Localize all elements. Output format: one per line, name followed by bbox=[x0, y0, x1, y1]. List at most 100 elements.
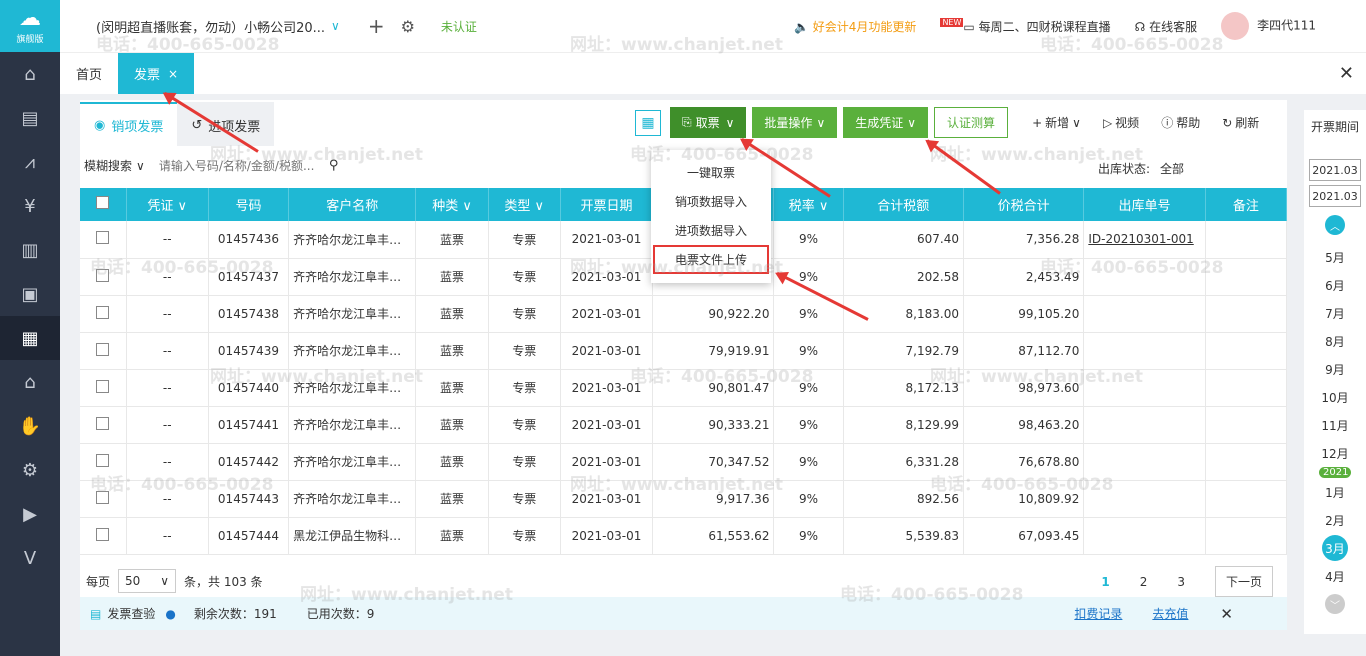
menu-item-purchase-import[interactable]: 进项数据导入 bbox=[651, 216, 771, 245]
scroll-up-icon[interactable]: ︿ bbox=[1325, 215, 1345, 235]
invoice-icon[interactable]: ▦ bbox=[0, 316, 60, 360]
hand-icon[interactable]: ✋ bbox=[0, 404, 60, 448]
tab-sales-invoice[interactable]: ◉ 销项发票 bbox=[80, 102, 178, 146]
gear-icon[interactable]: ⚙ bbox=[0, 448, 60, 492]
row-checkbox[interactable] bbox=[96, 231, 110, 245]
money-bag-icon[interactable]: ¥ bbox=[0, 184, 60, 228]
table-row[interactable]: -- 01457438 齐齐哈尔龙江阜丰生... 蓝票 专票 2021-03-01 90,9… bbox=[80, 295, 1288, 333]
report-icon[interactable]: ▣ bbox=[0, 272, 60, 316]
promo-link[interactable]: 🔈 好会计4月功能更新 bbox=[794, 18, 916, 35]
verify-status[interactable]: 未认证 bbox=[441, 18, 477, 35]
building-icon[interactable]: ⌂ bbox=[0, 360, 60, 404]
table-row[interactable]: -- 01457442 齐齐哈尔龙江阜丰生... 蓝票 专票 2021-03-01 70,3… bbox=[80, 443, 1288, 481]
row-checkbox[interactable] bbox=[96, 416, 110, 430]
close-icon[interactable]: × bbox=[168, 67, 178, 81]
tab-home[interactable]: 首页 bbox=[60, 53, 118, 94]
month-item[interactable]: 10月 bbox=[1304, 383, 1366, 411]
row-select[interactable] bbox=[80, 258, 127, 296]
help-button[interactable]: ⓘ 帮助 bbox=[1153, 107, 1208, 138]
row-checkbox[interactable] bbox=[96, 490, 110, 504]
row-checkbox[interactable] bbox=[96, 268, 110, 282]
fee-record-link[interactable]: 扣费记录 bbox=[1074, 605, 1122, 622]
row-checkbox[interactable] bbox=[96, 527, 110, 541]
table-row[interactable]: -- 01457439 齐齐哈尔龙江阜丰生... 蓝票 专票 2021-03-01 79,9… bbox=[80, 332, 1288, 370]
menu-item-sales-import[interactable]: 销项数据导入 bbox=[651, 187, 771, 216]
close-icon[interactable]: ✕ bbox=[1220, 605, 1233, 623]
col-voucher[interactable]: 凭证 ∨ bbox=[126, 188, 209, 221]
table-row[interactable]: -- 01457443 齐齐哈尔龙江阜丰生... 蓝票 专票 2021-03-01 9,91… bbox=[80, 480, 1288, 518]
period-title[interactable]: 开票期间 bbox=[1304, 118, 1366, 135]
home-icon[interactable]: ⌂ bbox=[0, 52, 60, 96]
batch-operation-button[interactable]: 批量操作 ∨ bbox=[752, 107, 838, 138]
select-all-checkbox[interactable] bbox=[80, 188, 127, 221]
month-item[interactable]: 6月 bbox=[1304, 271, 1366, 299]
month-item[interactable]: 2月 bbox=[1304, 506, 1366, 534]
row-checkbox[interactable] bbox=[96, 305, 110, 319]
invoice-check-link[interactable]: 发票查验 bbox=[107, 605, 155, 622]
period-start-input[interactable]: 2021.03 bbox=[1309, 159, 1361, 181]
add-button[interactable]: + 新增 ∨ bbox=[1024, 107, 1089, 138]
plus-icon[interactable]: + bbox=[368, 14, 385, 38]
row-select[interactable] bbox=[80, 517, 127, 555]
chevron-down-icon[interactable]: ∨ bbox=[136, 159, 145, 173]
ledger-icon[interactable]: ▥ bbox=[0, 228, 60, 272]
verify-calc-button[interactable]: 认证测算 bbox=[934, 107, 1009, 138]
service-link[interactable]: ☊ 在线客服 bbox=[1135, 18, 1198, 35]
next-page-button[interactable]: 下一页 bbox=[1214, 566, 1273, 597]
video-icon[interactable]: ▶ bbox=[0, 492, 60, 536]
user-menu[interactable]: 李四代111 bbox=[1221, 12, 1316, 40]
video-button[interactable]: ▷ 视频 bbox=[1095, 107, 1147, 138]
menu-item-e-invoice-upload[interactable]: 电票文件上传 bbox=[653, 245, 769, 274]
recharge-link[interactable]: 去充值 bbox=[1152, 605, 1188, 622]
month-item[interactable]: 9月 bbox=[1304, 355, 1366, 383]
fetch-invoice-button[interactable]: ⎘ 取票 ∨ bbox=[670, 107, 747, 138]
search-mode-select[interactable]: 模糊搜索 bbox=[84, 157, 132, 174]
v-icon[interactable]: V bbox=[0, 536, 60, 580]
row-checkbox[interactable] bbox=[96, 379, 110, 393]
period-end-input[interactable]: 2021.03 bbox=[1309, 185, 1361, 207]
scroll-down-icon[interactable]: ﹀ bbox=[1325, 594, 1345, 614]
month-item[interactable]: 5月 bbox=[1304, 243, 1366, 271]
table-row[interactable]: -- 01457440 齐齐哈尔龙江阜丰生... 蓝票 专票 2021-03-01 90,8… bbox=[80, 369, 1288, 407]
table-row[interactable]: -- 01457444 黑龙江伊品生物科技... 蓝票 专票 2021-03-01 61,5… bbox=[80, 517, 1288, 555]
tab-invoice[interactable]: 发票 × bbox=[118, 53, 195, 94]
page-1[interactable]: 1 bbox=[1101, 575, 1109, 589]
col-type[interactable]: 类型 ∨ bbox=[488, 188, 561, 221]
month-item[interactable]: 8月 bbox=[1304, 327, 1366, 355]
month-item[interactable]: 7月 bbox=[1304, 299, 1366, 327]
chevron-down-icon[interactable]: ∨ bbox=[331, 19, 340, 33]
chart-icon[interactable]: ⩘ bbox=[0, 140, 60, 184]
page-3[interactable]: 3 bbox=[1177, 575, 1185, 589]
refresh-button[interactable]: ↻ 刷新 bbox=[1214, 107, 1267, 138]
row-select[interactable] bbox=[80, 443, 127, 481]
store-status-filter[interactable]: 出库状态: 全部 bbox=[1098, 160, 1184, 177]
generate-voucher-button[interactable]: 生成凭证 ∨ bbox=[843, 107, 929, 138]
row-checkbox[interactable] bbox=[96, 342, 110, 356]
outbound-link[interactable]: ID-20210301-001 bbox=[1088, 232, 1193, 246]
company-selector[interactable]: (闵明超直播账套，勿动）小畅公司20... bbox=[96, 17, 325, 36]
search-input[interactable] bbox=[158, 158, 329, 173]
page-2[interactable]: 2 bbox=[1140, 575, 1148, 589]
row-select[interactable] bbox=[80, 369, 127, 407]
col-kind[interactable]: 种类 ∨ bbox=[415, 188, 489, 221]
month-item[interactable]: 1月 bbox=[1304, 478, 1366, 506]
info-icon[interactable]: ● bbox=[165, 607, 175, 621]
table-row[interactable]: -- 01457441 齐齐哈尔龙江阜丰生... 蓝票 专票 2021-03-01 90,3… bbox=[80, 406, 1288, 444]
search-icon[interactable]: ⚲ bbox=[329, 158, 339, 173]
live-link[interactable]: NEW ▭ 每周二、四财税课程直播 bbox=[940, 17, 1111, 35]
month-item[interactable]: 3月 bbox=[1304, 534, 1366, 562]
gear-icon[interactable]: ⚙ bbox=[401, 17, 415, 36]
row-checkbox[interactable] bbox=[96, 453, 110, 467]
row-select[interactable] bbox=[80, 295, 127, 333]
col-rate[interactable]: 税率 ∨ bbox=[773, 188, 844, 221]
qr-code-icon[interactable]: ▦ bbox=[635, 109, 661, 136]
row-select[interactable] bbox=[80, 332, 127, 370]
menu-item-one-click-fetch[interactable]: 一键取票 bbox=[651, 158, 771, 187]
month-item[interactable]: 11月 bbox=[1304, 411, 1366, 439]
voucher-icon[interactable]: ▤ bbox=[0, 96, 60, 140]
month-item[interactable]: 4月 bbox=[1304, 562, 1366, 590]
row-select[interactable] bbox=[80, 406, 127, 444]
per-page-select[interactable]: 50 ∨ bbox=[118, 569, 177, 593]
row-select[interactable] bbox=[80, 221, 127, 259]
close-icon[interactable]: ✕ bbox=[1339, 63, 1354, 84]
